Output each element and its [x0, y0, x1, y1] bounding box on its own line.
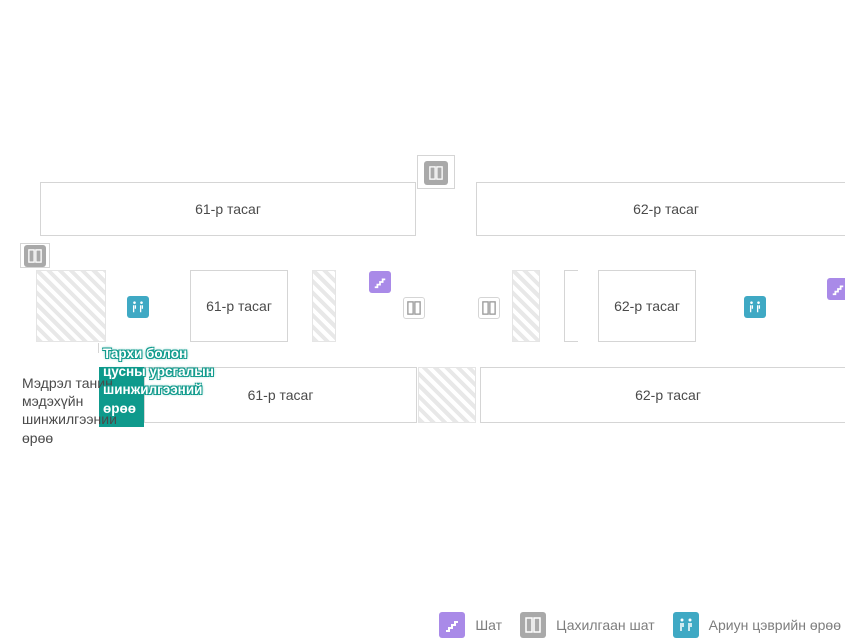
tooltip-line: өрөө	[103, 400, 214, 418]
legend: Шат Цахилгаан шат Ариун цэврийн өрөө	[435, 612, 845, 638]
room-label: 61-р тасаг	[206, 298, 272, 314]
stairs-icon[interactable]	[827, 278, 845, 300]
ward-62-bot[interactable]: 62-р тасаг	[480, 367, 845, 423]
legend-item-elevator: Цахилгаан шат	[520, 612, 655, 638]
room-label: 62-р тасаг	[633, 201, 699, 217]
restroom-icon[interactable]	[127, 296, 149, 318]
elevator-icon[interactable]	[424, 161, 448, 185]
hatched-area	[312, 270, 336, 342]
legend-label: Шат	[475, 617, 502, 633]
tooltip-line: цусны урсгалын	[103, 363, 214, 381]
ward-62-top[interactable]: 62-р тасаг	[476, 182, 845, 236]
room-label: 62-р тасаг	[614, 298, 680, 314]
restroom-icon	[673, 612, 699, 638]
ward-61-top[interactable]: 61-р тасаг	[40, 182, 416, 236]
room-label: 61-р тасаг	[195, 201, 261, 217]
elevator-icon[interactable]	[403, 297, 425, 319]
ward-61-mid[interactable]: 61-р тасаг	[190, 270, 288, 342]
elevator-icon[interactable]	[24, 245, 46, 267]
stairs-icon[interactable]	[369, 271, 391, 293]
stairs-icon	[439, 612, 465, 638]
connector	[46, 343, 99, 353]
elevator-icon[interactable]	[478, 297, 500, 319]
legend-item-stairs: Шат	[439, 612, 502, 638]
ward-62-mid[interactable]: 62-р тасаг	[598, 270, 696, 342]
room-label: 61-р тасаг	[248, 387, 314, 403]
restroom-icon[interactable]	[744, 296, 766, 318]
hatched-area	[36, 270, 106, 342]
hatched-area	[512, 270, 540, 342]
legend-label: Ариун цэврийн өрөө	[709, 617, 841, 633]
tooltip-line: Тархи болон	[103, 345, 214, 363]
room-tooltip: Тархи болон цусны урсгалын шинжилгээний …	[103, 345, 214, 418]
legend-item-restroom: Ариун цэврийн өрөө	[673, 612, 841, 638]
floor-map[interactable]: 61-р тасаг 62-р тасаг 61-р тасаг 62-р та…	[0, 0, 845, 644]
tooltip-line: шинжилгээний	[103, 381, 214, 399]
door-frame	[564, 270, 578, 342]
elevator-icon	[520, 612, 546, 638]
room-label: 62-р тасаг	[635, 387, 701, 403]
hatched-area	[418, 367, 476, 423]
legend-label: Цахилгаан шат	[556, 617, 655, 633]
